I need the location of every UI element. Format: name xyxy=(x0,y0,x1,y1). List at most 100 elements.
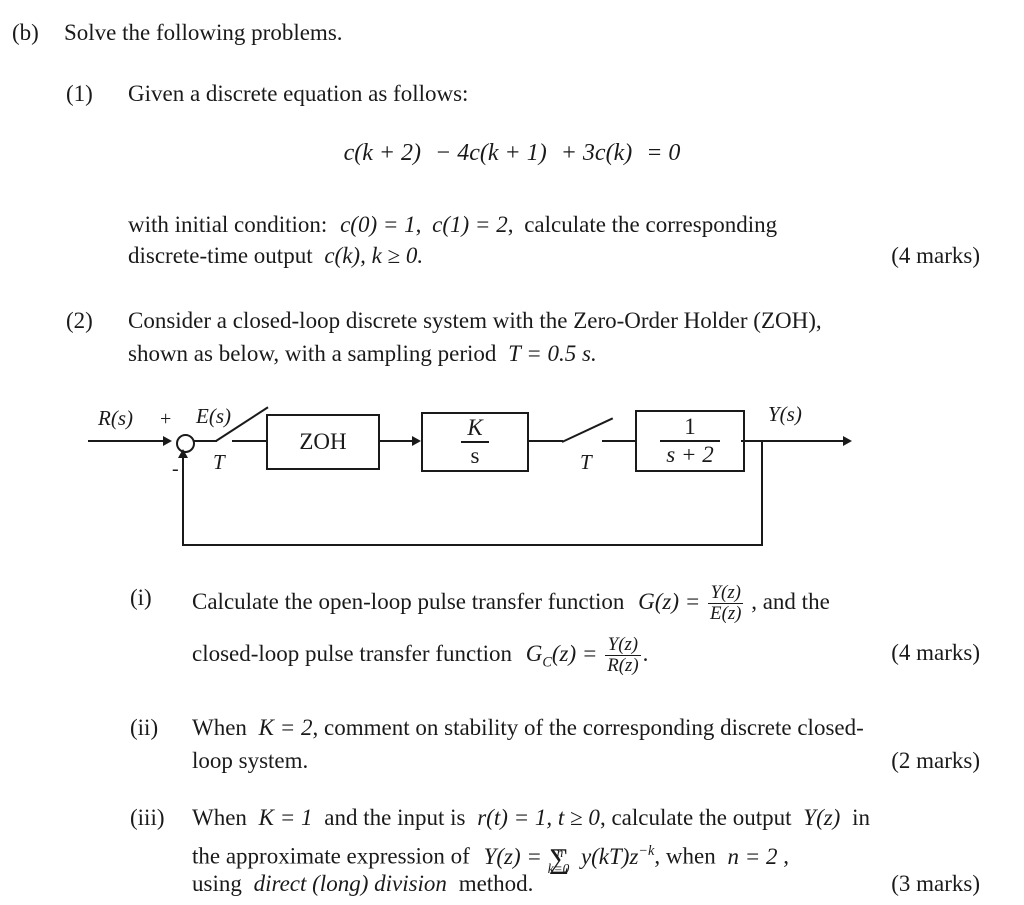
q1-intro: Given a discrete equation as follows: xyxy=(128,81,469,106)
diagram-feedback-right-wire xyxy=(761,440,763,546)
diagram-output-arrow xyxy=(843,436,852,446)
diagram-input-arrow xyxy=(163,436,172,446)
diagram-gain-denominator: s xyxy=(461,441,489,469)
q2-iii-k-value: K = 1 xyxy=(258,805,313,830)
q2-i-fraction-yz-rz: Y(z) R(z) xyxy=(605,634,641,677)
q2-iii-input-expr: r(t) = 1, t ≥ 0 xyxy=(477,805,600,830)
q2-i-text-c: closed-loop pulse transfer function xyxy=(192,641,512,666)
q2-ii-head: When xyxy=(192,715,247,740)
q2-i-gc-tail: (z) = xyxy=(551,641,598,666)
q1-equation-term-4: = 0 xyxy=(646,140,681,166)
diagram-error-label: E(s) xyxy=(196,404,231,428)
control-system-block-diagram: R(s) + E(s) - T ZOH K s T 1 s + 2 Y(s) xyxy=(0,388,1024,564)
q1-body-tail: calculate the corresponding xyxy=(524,212,778,237)
q2-iii-line3: using direct (long) division method. xyxy=(192,869,533,899)
q2-i-marker: (i) xyxy=(130,585,152,610)
diagram-feedback-bottom-wire xyxy=(182,544,763,546)
q1-body-lead: with initial condition: xyxy=(128,212,328,237)
q2-ii-marker: (ii) xyxy=(130,715,159,740)
q2-iii-summation: ∑ n k=0 xyxy=(548,844,570,875)
q2-i-frac2-num: Y(z) xyxy=(607,634,639,655)
q1-initial-c1: c(1) = 2 xyxy=(432,212,508,237)
diagram-input-label: R(s) xyxy=(98,406,133,430)
diagram-gain-input-arrow xyxy=(412,436,421,446)
q1-output-lead: discrete-time output xyxy=(128,243,313,268)
q2-i-frac2-den: R(z) xyxy=(605,655,641,677)
diagram-wire-sampler2-to-plant xyxy=(602,440,638,442)
q1-initial-c0: c(0) = 1 xyxy=(340,212,416,237)
diagram-minus-sign: - xyxy=(172,458,179,480)
q2-i-gc: G xyxy=(525,641,543,666)
q2-ii-marks: (2 marks) xyxy=(891,748,980,773)
q2-i-line2: closed-loop pulse transfer function GC(z… xyxy=(192,634,649,678)
q2-iii-l2-yz: Y(z) = xyxy=(483,843,542,869)
q2-i-text-a: Calculate the open-loop pulse transfer f… xyxy=(192,589,625,614)
q2-iii-sum-exponent: −k xyxy=(638,843,655,859)
q2-iii-method-emphasis: direct (long) division xyxy=(253,871,447,896)
q2-iii-line1: When K = 1 and the input is r(t) = 1, t … xyxy=(192,803,870,833)
q2-marker: (2) xyxy=(66,308,93,333)
q2-iii-l3-tail: method. xyxy=(458,871,534,896)
q2-iii-l2-head: the approximate expression of xyxy=(192,843,470,869)
q1-marks: (4 marks) xyxy=(891,243,980,268)
q2-i-gc-subscript: C xyxy=(542,654,552,671)
q2-ii-line1: When K = 2, comment on stability of the … xyxy=(192,713,864,743)
q2-iii-marks: (3 marks) xyxy=(891,871,980,896)
q2-ii-line2: loop system. xyxy=(192,748,309,773)
q2-line2-head: shown as below, with a sampling period xyxy=(128,341,497,366)
q2-iii-n-value: n = 2 xyxy=(727,843,778,869)
diagram-sampler2-label: T xyxy=(580,450,592,474)
diagram-output-label: Y(s) xyxy=(768,402,802,426)
q1-body-line2: discrete-time output c(k), k ≥ 0. xyxy=(128,241,423,271)
diagram-gain-fraction: K s xyxy=(461,415,489,469)
q2-iii-yz: Y(z) xyxy=(803,805,841,830)
diagram-plant-block: 1 s + 2 xyxy=(635,410,745,472)
diagram-sampler1-label: T xyxy=(213,450,225,474)
q1-body: with initial condition: c(0) = 1, c(1) =… xyxy=(128,208,980,241)
q2-i-fraction-yz-ez: Y(z) E(z) xyxy=(708,582,744,625)
q1-equation: c(k + 2) − 4c(k + 1) + 3c(k) = 0 xyxy=(0,140,1024,167)
exam-question-page: (b) Solve the following problems. (1) Gi… xyxy=(0,0,1024,905)
q2-iii-l1-head: When xyxy=(192,805,247,830)
diagram-output-wire xyxy=(741,440,847,442)
q2-line2: shown as below, with a sampling period T… xyxy=(128,339,597,369)
q2-sampling-period: T = 0.5 s. xyxy=(508,341,597,366)
q1-comma-2: , xyxy=(507,212,514,237)
part-b-text: Solve the following problems. xyxy=(64,20,343,45)
q2-ii-k-value: K = 2 xyxy=(258,715,313,740)
q2-line1: Consider a closed-loop discrete system w… xyxy=(128,308,822,333)
diagram-plant-denominator: s + 2 xyxy=(660,440,720,468)
q1-equation-term-3: + 3c(k) xyxy=(560,140,633,166)
q2-i-frac1-den: E(z) xyxy=(708,603,744,625)
q2-iii-l1-tail: , calculate the output xyxy=(599,805,792,830)
q2-iii-l2-end: , xyxy=(783,843,789,869)
q2-iii-sum-body: y(kT)z xyxy=(580,843,639,869)
q1-comma-1: , xyxy=(415,212,422,237)
diagram-wire-sampler1-to-zoh xyxy=(232,440,266,442)
q2-iii-l2-comma: , when xyxy=(654,843,716,869)
q2-i-marks: (4 marks) xyxy=(891,640,980,665)
q2-i-period: . xyxy=(642,641,649,666)
q2-i-frac1-num: Y(z) xyxy=(710,582,741,603)
q2-iii-sum-lower-limit: k=0 xyxy=(547,860,570,876)
q2-i-gz: G(z) = xyxy=(638,589,701,614)
q2-i-line1: Calculate the open-loop pulse transfer f… xyxy=(192,582,830,625)
q2-iii-l1-mid: and the input is xyxy=(324,805,466,830)
diagram-wire-gain-to-sampler2 xyxy=(527,440,563,442)
diagram-zoh-label: ZOH xyxy=(299,429,347,454)
diagram-feedback-arrow xyxy=(178,449,188,458)
diagram-gain-block: K s xyxy=(421,412,529,472)
diagram-plant-numerator: 1 xyxy=(684,414,696,440)
q1-equation-term-1: c(k + 2) xyxy=(343,140,422,166)
q2-iii-l3-head: using xyxy=(192,871,242,896)
part-b-marker: (b) xyxy=(12,20,39,45)
diagram-input-wire xyxy=(88,440,166,442)
diagram-plus-sign: + xyxy=(160,408,172,430)
q2-i-text-b: , and the xyxy=(751,589,830,614)
q2-iii-marker: (iii) xyxy=(130,805,165,830)
q2-iii-l1-end: in xyxy=(852,805,870,830)
diagram-sampler1-contact xyxy=(193,440,217,442)
diagram-gain-numerator: K xyxy=(467,415,483,441)
diagram-feedback-vertical-wire xyxy=(182,456,184,546)
q1-marker: (1) xyxy=(66,81,93,106)
